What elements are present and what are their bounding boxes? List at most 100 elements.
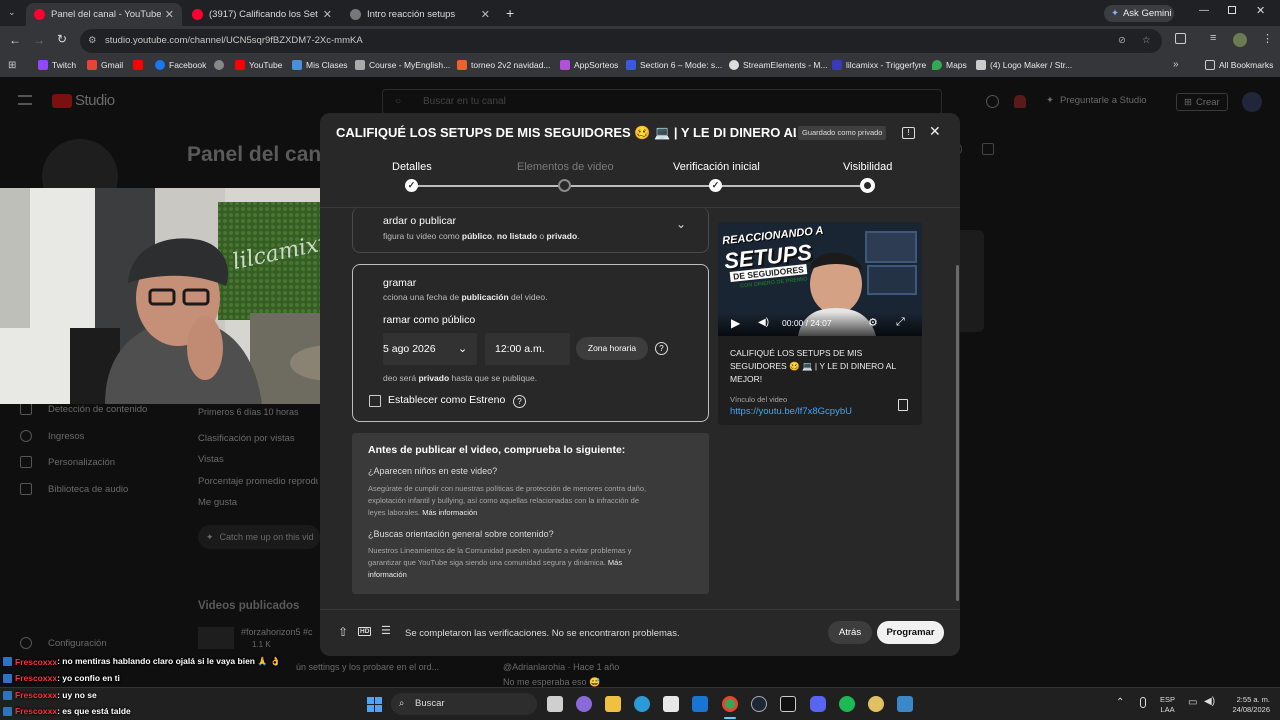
step-visibility[interactable]: Visibilidad <box>843 161 892 173</box>
close-tab-icon[interactable]: ✕ <box>165 8 174 21</box>
tray-overflow-icon[interactable]: ⌃ <box>1116 697 1124 708</box>
notifications-bell-icon[interactable] <box>1014 95 1026 108</box>
spotify-icon[interactable] <box>839 696 855 712</box>
expand-chevron-icon[interactable]: ⌄ <box>676 217 686 231</box>
volume-icon[interactable]: ◀) <box>758 317 769 328</box>
bookmark-star-icon[interactable]: ☆ <box>1142 29 1151 53</box>
premiere-checkbox[interactable] <box>369 395 381 407</box>
volume-icon[interactable]: ◀) <box>1204 696 1215 707</box>
published-video-thumb[interactable] <box>198 627 234 649</box>
bookmark-course[interactable]: Course - MyEnglish... <box>355 60 450 70</box>
new-tab-button[interactable]: + <box>506 5 514 21</box>
site-info-icon[interactable]: ⚙ <box>88 29 97 53</box>
help-icon[interactable] <box>986 95 999 108</box>
bookmark-globe[interactable] <box>214 60 228 70</box>
save-or-publish-card[interactable]: ardar o publicar figura tu video como pú… <box>352 207 709 253</box>
language-indicator[interactable]: ESP LAA <box>1160 695 1175 715</box>
account-avatar[interactable] <box>1242 92 1262 112</box>
discord-icon[interactable] <box>810 696 826 712</box>
copilot-icon[interactable] <box>576 696 592 712</box>
date-picker[interactable]: 5 ago 2026 ⌄ <box>383 333 477 365</box>
timezone-button[interactable]: Zona horaria <box>576 337 648 360</box>
video-thumbnail[interactable]: REACCIONANDO A SETUPS DE SEGUIDORES CON … <box>718 222 922 336</box>
tab-intro-reaccion[interactable]: Intro reacción setups ✕ <box>342 3 498 26</box>
record-app-icon[interactable] <box>897 696 913 712</box>
feedback-icon[interactable]: ! <box>902 127 915 139</box>
step-checks-check-icon[interactable]: ✓ <box>709 179 722 192</box>
clock[interactable]: 2:55 a. m. 24/08/2026 <box>1224 695 1270 715</box>
close-dialog-icon[interactable]: ✕ <box>929 123 941 140</box>
address-bar[interactable]: ⚙ studio.youtube.com/channel/UCN5sqr9fBZ… <box>80 29 1162 53</box>
bookmark-appsorteos[interactable]: AppSorteos <box>560 60 618 70</box>
sidebar-item-settings[interactable]: Configuración <box>20 637 107 649</box>
task-view-icon[interactable] <box>547 696 563 712</box>
time-picker[interactable]: 12:00 a.m. <box>485 333 570 365</box>
hamburger-menu-icon[interactable] <box>18 95 32 105</box>
bookmark-triggerfyre[interactable]: lilcamixx - Triggerfyre <box>832 60 926 70</box>
ask-studio-button[interactable]: ✦ Preguntarle a Studio <box>1046 95 1147 106</box>
premiere-help-icon[interactable]: ? <box>513 395 526 408</box>
windows-start-icon[interactable] <box>367 697 382 712</box>
edge-icon[interactable] <box>634 696 650 712</box>
close-tab-icon[interactable]: ✕ <box>323 8 332 21</box>
bookmark-twitch[interactable]: Twitch <box>38 60 76 70</box>
back-arrow-icon[interactable]: ← <box>9 33 21 47</box>
sidebar-item-content-detection[interactable]: Detección de contenido <box>20 403 147 415</box>
studio-search-bar[interactable]: ○ Buscar en tu canal <box>382 89 942 115</box>
sidebar-item-earn[interactable]: Ingresos <box>20 430 84 442</box>
step-details[interactable]: Detalles <box>392 161 432 173</box>
tab-search-icon[interactable]: ⌄ <box>8 7 20 19</box>
apps-grid-icon[interactable]: ⊞ <box>8 60 16 71</box>
network-icon[interactable]: ▭ <box>1188 697 1197 708</box>
fullscreen-icon[interactable]: ⤢ <box>896 316 905 329</box>
back-button[interactable]: Atrás <box>828 621 872 644</box>
premiere-label[interactable]: Establecer como Estreno <box>388 394 505 406</box>
hd-icon[interactable]: HD <box>358 627 372 636</box>
step-visibility-current-icon[interactable] <box>860 178 875 193</box>
dialog-scrollbar[interactable] <box>956 265 959 601</box>
eye-off-icon[interactable]: ⊘ <box>1118 29 1126 53</box>
play-icon[interactable]: ▶ <box>731 316 740 330</box>
close-tab-icon[interactable]: ✕ <box>481 8 490 21</box>
media-controls-icon[interactable]: ≡ <box>1210 32 1216 44</box>
video-link[interactable]: https://youtu.be/lf7x8GcpybU <box>730 406 852 417</box>
step-details-check-icon[interactable]: ✓ <box>405 179 418 192</box>
minimize-window-icon[interactable]: — <box>1199 5 1209 16</box>
outlook-icon[interactable] <box>692 696 708 712</box>
close-window-icon[interactable]: ✕ <box>1256 4 1265 17</box>
copy-link-icon[interactable] <box>898 399 908 411</box>
bookmark-logo-maker[interactable]: (4) Logo Maker / Str... <box>976 60 1072 70</box>
bookmark-youtube[interactable]: YouTube <box>235 60 282 70</box>
more-bookmarks-chevron-icon[interactable]: » <box>1173 59 1179 70</box>
published-video-title[interactable]: #forzahorizon5 #c <box>241 627 321 637</box>
catch-me-up-button[interactable]: ✦ Catch me up on this vid <box>198 525 320 549</box>
bookmark-section6[interactable]: Section 6 – Mode: s... <box>626 60 722 70</box>
bookmark-torneo[interactable]: torneo 2v2 navidad... <box>457 60 550 70</box>
settings-gear-icon[interactable]: ⚙ <box>868 316 878 329</box>
edit-pencil-icon[interactable] <box>982 143 994 155</box>
sidebar-item-customization[interactable]: Personalización <box>20 456 115 468</box>
tab-youtube-video[interactable]: (3917) Calificando los Set Ups m ✕ <box>184 3 340 26</box>
microphone-icon[interactable] <box>1140 697 1146 708</box>
steam-icon[interactable] <box>751 696 767 712</box>
tab-studio[interactable]: Panel del canal - YouTube Studio ✕ <box>26 3 182 26</box>
step-video-elements[interactable]: Elementos de video <box>517 161 614 173</box>
bookmark-gmail[interactable]: Gmail <box>87 60 123 70</box>
store-icon[interactable] <box>663 696 679 712</box>
capcut-icon[interactable] <box>780 696 796 712</box>
chrome-icon[interactable] <box>722 696 738 712</box>
bookmark-maps[interactable]: Maps <box>932 60 967 70</box>
create-button[interactable]: ⊞ Crear <box>1176 93 1228 111</box>
extensions-icon[interactable] <box>1175 33 1186 44</box>
studio-logo[interactable]: Studio <box>52 92 115 109</box>
ask-gemini-button[interactable]: ✦ Ask Gemini <box>1104 5 1174 22</box>
profile-avatar[interactable] <box>1233 33 1247 47</box>
sidebar-item-audio-library[interactable]: Biblioteca de audio <box>20 483 128 495</box>
checks-list-icon[interactable]: ☰ <box>381 624 391 637</box>
chrome-menu-icon[interactable]: ⋮ <box>1262 32 1273 45</box>
bookmark-streamelements[interactable]: StreamElements - M... <box>729 60 828 70</box>
forward-arrow-icon[interactable]: → <box>33 33 45 47</box>
all-bookmarks-folder[interactable]: All Bookmarks <box>1205 60 1273 70</box>
upload-status-icon[interactable]: ⇧ <box>338 625 348 639</box>
bookmark-facebook[interactable]: Facebook <box>155 60 206 70</box>
